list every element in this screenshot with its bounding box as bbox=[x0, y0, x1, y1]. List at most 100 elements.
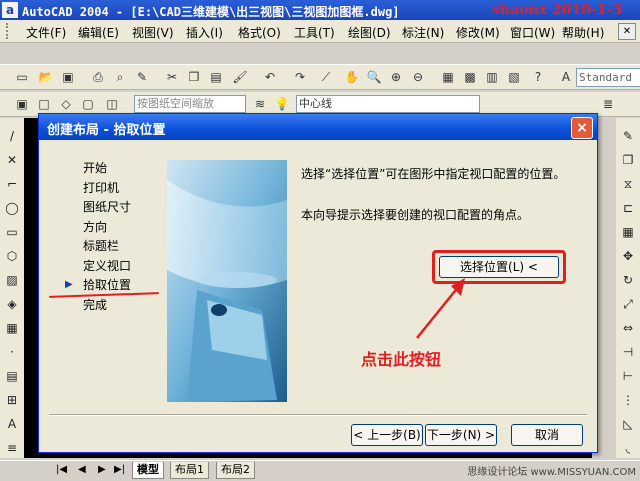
save-icon[interactable]: ▣ bbox=[60, 69, 76, 85]
zoom-window-icon[interactable]: ⊕ bbox=[388, 69, 404, 85]
stretch-icon[interactable]: ⇔ bbox=[620, 320, 636, 336]
menu-view[interactable]: 视图(V) bbox=[132, 24, 174, 41]
polyline-icon[interactable]: ⌐ bbox=[4, 176, 20, 192]
step-pick-location[interactable]: 拾取位置 bbox=[83, 275, 131, 295]
last-tab-icon[interactable]: ▶| bbox=[114, 464, 125, 475]
mdi-close-icon[interactable]: ✕ bbox=[618, 23, 636, 40]
menu-draw[interactable]: 绘图(D) bbox=[348, 24, 391, 41]
polygon-icon[interactable]: ⬡ bbox=[4, 248, 20, 264]
zoom-previous-icon[interactable]: ⊖ bbox=[410, 69, 426, 85]
tab-model[interactable]: 模型 bbox=[132, 462, 164, 479]
tab-layout1[interactable]: 布局1 bbox=[170, 462, 209, 479]
print-icon[interactable]: ⎙ bbox=[90, 69, 106, 85]
instruction-text-1: 选择“选择位置”可在图形中指定视口配置的位置。 bbox=[301, 167, 566, 181]
viewports-icon[interactable]: ▣ bbox=[14, 96, 30, 112]
text-style-icon[interactable]: A bbox=[558, 69, 574, 85]
autocad-logo-icon: a bbox=[2, 2, 18, 18]
properties-icon[interactable]: ▦ bbox=[440, 69, 456, 85]
circle-icon[interactable]: ◯ bbox=[4, 200, 20, 216]
break-icon[interactable]: ⋮ bbox=[620, 392, 636, 408]
step-finish[interactable]: 完成 bbox=[83, 295, 107, 315]
array-icon[interactable]: ▦ bbox=[620, 224, 636, 240]
hyperlink-icon[interactable]: ⟋ bbox=[318, 69, 334, 85]
copy-icon[interactable]: ❐ bbox=[186, 69, 202, 85]
menu-insert[interactable]: 插入(I) bbox=[186, 24, 223, 41]
scale-icon[interactable]: ⤢ bbox=[620, 296, 636, 312]
region-icon[interactable]: ◈ bbox=[4, 296, 20, 312]
mtext-icon[interactable]: ≡ bbox=[4, 440, 20, 456]
move-icon[interactable]: ✥ bbox=[620, 248, 636, 264]
menu-format[interactable]: 格式(O) bbox=[238, 24, 281, 41]
rotate-icon[interactable]: ↻ bbox=[620, 272, 636, 288]
help-icon[interactable]: ? bbox=[530, 69, 546, 85]
publish-icon[interactable]: ✎ bbox=[134, 69, 150, 85]
step-printer[interactable]: 打印机 bbox=[83, 178, 119, 198]
extend-icon[interactable]: ⊢ bbox=[620, 368, 636, 384]
undo-icon[interactable]: ↶ bbox=[262, 69, 278, 85]
block-icon[interactable]: ▤ bbox=[4, 368, 20, 384]
layer-state-icon[interactable]: 💡 bbox=[274, 96, 290, 112]
dialog-separator bbox=[49, 414, 587, 416]
step-orientation[interactable]: 方向 bbox=[83, 217, 107, 237]
menu-window[interactable]: 窗口(W) bbox=[510, 24, 555, 41]
step-define-viewports[interactable]: 定义视口 bbox=[83, 256, 131, 276]
chamfer-icon[interactable]: ◺ bbox=[620, 416, 636, 432]
layer-previous-icon[interactable]: ≣ bbox=[600, 96, 616, 112]
menu-help[interactable]: 帮助(H) bbox=[562, 24, 604, 41]
polygonal-viewport-icon[interactable]: ◇ bbox=[58, 96, 74, 112]
back-button[interactable]: < 上一步(B) bbox=[351, 424, 423, 446]
next-button[interactable]: 下一步(N) > bbox=[425, 424, 497, 446]
object-viewport-icon[interactable]: ▢ bbox=[80, 96, 96, 112]
next-tab-icon[interactable]: ▶ bbox=[98, 464, 106, 475]
dialog-title: 创建布局 - 拾取位置 bbox=[47, 123, 166, 138]
draw-toolbar: / ✕ ⌐ ◯ ▭ ⬡ ▨ ◈ ▦ · ▤ ⊞ A ≡ bbox=[0, 118, 24, 458]
open-file-icon[interactable]: 📂 bbox=[38, 69, 54, 85]
calculator-icon[interactable]: ▧ bbox=[506, 69, 522, 85]
first-tab-icon[interactable]: |◀ bbox=[56, 464, 67, 475]
design-center-icon[interactable]: ▩ bbox=[462, 69, 478, 85]
step-begin[interactable]: 开始 bbox=[83, 158, 107, 178]
offset-icon[interactable]: ⊏ bbox=[620, 200, 636, 216]
table-icon[interactable]: ▦ bbox=[4, 320, 20, 336]
redo-icon[interactable]: ↷ bbox=[292, 69, 308, 85]
construction-line-icon[interactable]: ✕ bbox=[4, 152, 20, 168]
menu-dimension[interactable]: 标注(N) bbox=[402, 24, 444, 41]
menu-modify[interactable]: 修改(M) bbox=[456, 24, 500, 41]
fillet-icon[interactable]: ◟ bbox=[620, 440, 636, 456]
text-style-select[interactable]: Standard bbox=[576, 68, 640, 87]
paste-icon[interactable]: ▤ bbox=[208, 69, 224, 85]
dialog-title-bar: 创建布局 - 拾取位置 × bbox=[39, 114, 597, 140]
zoom-realtime-icon[interactable]: 🔍 bbox=[366, 69, 382, 85]
viewport-scale-select[interactable]: 按图纸空间缩放 bbox=[134, 95, 246, 113]
menu-edit[interactable]: 编辑(E) bbox=[78, 24, 119, 41]
new-file-icon[interactable]: ▭ bbox=[14, 69, 30, 85]
cut-icon[interactable]: ✂ bbox=[164, 69, 180, 85]
point-icon[interactable]: · bbox=[4, 344, 20, 360]
erase-icon[interactable]: ✎ bbox=[620, 128, 636, 144]
prev-tab-icon[interactable]: ◀ bbox=[78, 464, 86, 475]
layer-select[interactable]: 中心线 bbox=[296, 95, 480, 113]
tool-palettes-icon[interactable]: ▥ bbox=[484, 69, 500, 85]
hatch-icon[interactable]: ▨ bbox=[4, 272, 20, 288]
line-icon[interactable]: / bbox=[4, 128, 20, 144]
insert-icon[interactable]: ⊞ bbox=[4, 392, 20, 408]
single-viewport-icon[interactable]: □ bbox=[36, 96, 52, 112]
tab-layout2[interactable]: 布局2 bbox=[216, 462, 255, 479]
cancel-button[interactable]: 取消 bbox=[511, 424, 583, 446]
print-preview-icon[interactable]: ⌕ bbox=[112, 69, 128, 85]
dialog-close-button[interactable]: × bbox=[571, 117, 593, 139]
menu-tools[interactable]: 工具(T) bbox=[294, 24, 335, 41]
pan-icon[interactable]: ✋ bbox=[344, 69, 360, 85]
rectangle-icon[interactable]: ▭ bbox=[4, 224, 20, 240]
annotation-text: 点击此按钮 bbox=[361, 350, 442, 369]
menu-file[interactable]: 文件(F) bbox=[26, 24, 66, 41]
text-icon[interactable]: A bbox=[4, 416, 20, 432]
step-title-block[interactable]: 标题栏 bbox=[83, 236, 119, 256]
mirror-icon[interactable]: ⧖ bbox=[620, 176, 636, 192]
layer-manager-icon[interactable]: ≋ bbox=[252, 96, 268, 112]
match-properties-icon[interactable]: 🖌 bbox=[232, 69, 248, 85]
copy-object-icon[interactable]: ❐ bbox=[620, 152, 636, 168]
clip-viewport-icon[interactable]: ◫ bbox=[104, 96, 120, 112]
step-paper-size[interactable]: 图纸尺寸 bbox=[83, 197, 131, 217]
trim-icon[interactable]: ⊣ bbox=[620, 344, 636, 360]
